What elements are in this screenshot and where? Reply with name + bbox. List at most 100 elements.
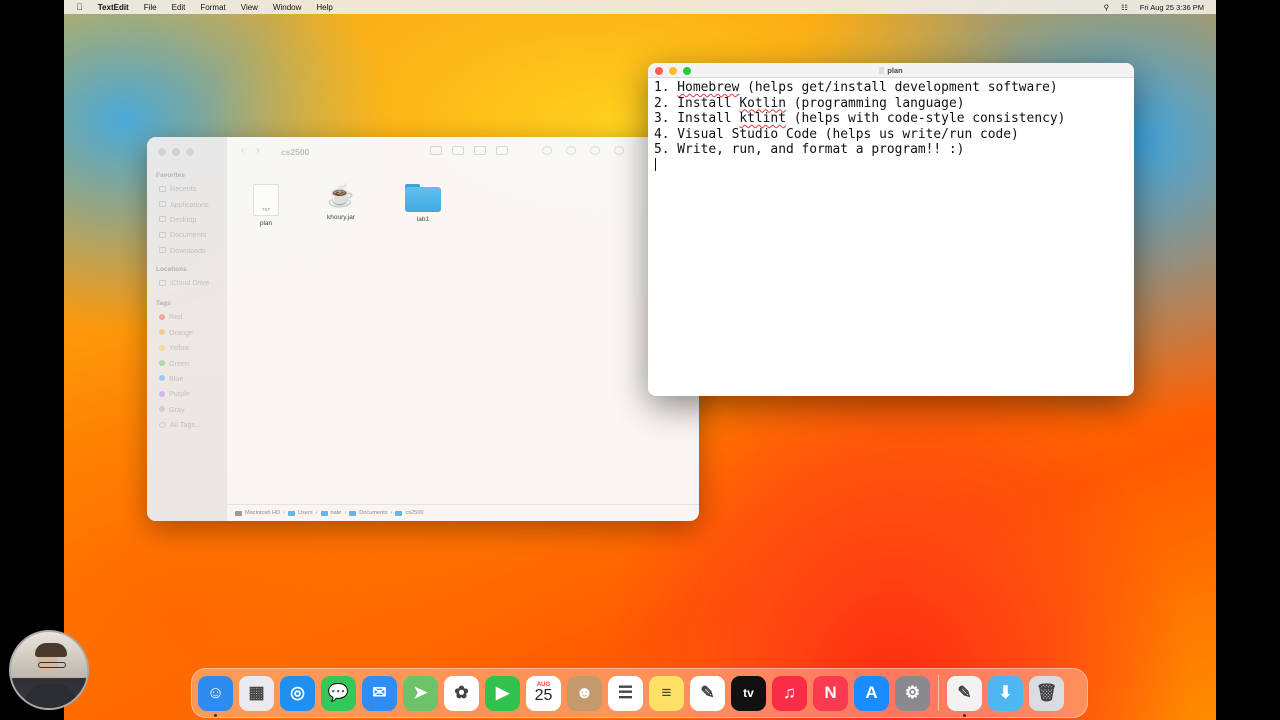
dock-safari-icon[interactable]: ◎ [280,675,315,711]
spotlight-search-icon[interactable]: ⚲ [1104,3,1110,12]
sidebar-item-label: Applications [170,199,209,209]
dock-glyph: ✿ [454,683,469,702]
dock-messages-icon[interactable]: 💬 [321,675,356,711]
tag-color-dot-icon [159,360,165,367]
menu-app-name[interactable]: TextEdit [98,3,129,12]
dock-mail-icon[interactable]: ✉ [362,675,397,711]
sidebar-item-icloud[interactable]: iCloud Drive [147,275,227,290]
minimize-button[interactable] [172,148,180,156]
webcam-person-glasses [38,662,66,668]
dock-glyph: ▶ [495,683,510,702]
share-icon[interactable] [566,146,576,155]
dock-music-icon[interactable]: ♫ [772,675,807,711]
dock-trash-icon[interactable]: 🗑 [1029,675,1064,711]
dock-glyph: ☺ [206,683,225,702]
sidebar-item-label: Gray [169,404,185,414]
dock-glyph: ✎ [957,683,972,702]
document-icon [159,231,166,238]
disk-icon [235,510,242,516]
sidebar-tag-orange[interactable]: Orange [147,325,227,340]
apple-menu-icon[interactable]:  [76,2,83,12]
sidebar-tag-green[interactable]: Green [147,355,227,370]
back-icon[interactable]: ‹ [241,145,256,156]
sidebar-item-label: Green [169,358,189,368]
folder-icon [288,510,296,516]
more-icon[interactable] [614,146,624,155]
control-center-icon[interactable]: ☷ [1121,3,1128,12]
path-separator-icon: › [315,510,318,516]
group-icon[interactable] [542,146,552,155]
path-segment[interactable]: cs2500 [405,510,423,516]
sidebar-tag-purple[interactable]: Purple [147,386,227,401]
icon-view-icon[interactable] [430,146,442,155]
close-button[interactable] [158,148,166,156]
list-number: 5. [654,142,678,158]
dock-glyph: ♫ [783,683,796,702]
menu-format[interactable]: Format [200,3,225,12]
dock-facetime-icon[interactable]: ▶ [485,675,520,711]
sidebar-tag-gray[interactable]: Gray [147,402,227,417]
dock-news-icon[interactable]: N [813,675,848,711]
sidebar-tag-blue[interactable]: Blue [147,371,227,386]
file-item-folder[interactable]: lab1 [393,182,453,223]
menu-file[interactable]: File [144,3,157,12]
sidebar-item-downloads[interactable]: Downloads [147,243,227,258]
sidebar-item-documents[interactable]: Documents [147,227,227,242]
path-segment[interactable]: Macintosh HD [245,510,280,516]
path-bar: Macintosh HD › Users › nate › Documents › cs2500 [227,504,699,521]
sidebar-tag-yellow[interactable]: Yellow [147,340,227,355]
forward-icon[interactable]: › [256,145,271,156]
sidebar-item-desktop[interactable]: Desktop [147,212,227,227]
text-caret [655,157,656,171]
desktop-icon [159,216,166,223]
java-coffee-icon: ☕ [327,183,355,208]
sidebar-favorites-header: Favorites [156,172,185,179]
text-line: 2. Install Kotlin (programming language) [654,96,1134,112]
list-view-icon[interactable] [452,146,464,155]
dock-notes-icon[interactable]: ≡ [649,675,684,711]
tag-color-dot-icon [159,344,165,351]
sidebar-item-label: Orange [169,327,193,337]
text-editor-area[interactable]: 1. Homebrew (helps get/install developme… [648,78,1134,174]
sidebar-tag-red[interactable]: Red [147,309,227,324]
dock-reminders-icon[interactable]: ☰ [608,675,643,711]
sidebar-item-label: Downloads [170,245,206,255]
file-item-jar[interactable]: ☕ khoury.jar [311,182,371,221]
desktop:  TextEdit File Edit Format View Window … [64,0,1216,720]
list-number: 4. [654,126,678,142]
zoom-button[interactable] [186,148,194,156]
file-item-plan[interactable]: TXT plan [236,184,296,227]
dock-contacts-icon[interactable]: ☻ [567,675,602,711]
dock-launchpad-icon[interactable]: ▦ [239,675,274,711]
dock-textedit-icon[interactable]: ✎ [947,675,982,717]
path-segment[interactable]: Documents [359,510,387,516]
folder-icon [405,182,441,212]
dock-freeform-icon[interactable]: ✎ [690,675,725,711]
column-view-icon[interactable] [474,146,486,155]
dock-app-store-icon[interactable]: A [854,675,889,711]
gallery-view-icon[interactable] [496,146,508,155]
applications-icon [159,201,166,208]
sidebar-item-recents[interactable]: Recents [147,181,227,196]
path-segment[interactable]: nate [331,510,342,516]
menu-edit[interactable]: Edit [172,3,186,12]
dock-downloads-icon[interactable]: ⬇ [988,675,1023,711]
dock-glyph: ⬇ [998,683,1013,702]
menu-window[interactable]: Window [273,3,301,12]
menu-help[interactable]: Help [316,3,332,12]
dock-system-settings-icon[interactable]: ⚙ [895,675,930,711]
menu-clock[interactable]: Fri Aug 25 3:36 PM [1140,3,1204,12]
path-segment[interactable]: Users [298,510,313,516]
sidebar-item-all-tags[interactable]: All Tags... [147,417,227,432]
text-run: (programming language) [785,95,965,111]
tag-icon[interactable] [590,146,600,155]
dock-photos-icon[interactable]: ✿ [444,675,479,711]
dock-maps-icon[interactable]: ➤ [403,675,438,711]
menu-view[interactable]: View [241,3,258,12]
dock-calendar-icon[interactable]: AUG 25 [526,675,561,711]
sidebar-item-applications[interactable]: Applications [147,196,227,211]
dock-tv-icon[interactable]: tv [731,675,766,711]
webcam-person-hair [35,643,67,657]
dock-finder-icon[interactable]: ☺ [198,675,233,717]
tag-color-dot-icon [159,390,165,397]
